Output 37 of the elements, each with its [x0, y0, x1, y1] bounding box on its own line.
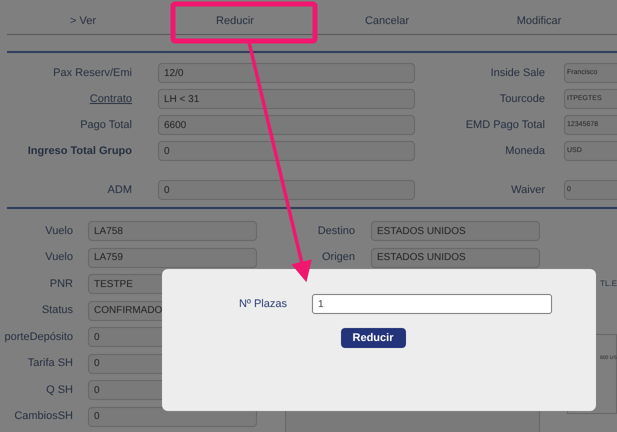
field-label: PNR — [50, 276, 73, 292]
field-label: Nº Plazas — [238, 296, 287, 312]
seats-input[interactable]: 1 — [312, 294, 552, 314]
text-field[interactable]: 6600 — [158, 115, 415, 135]
field-label: Tarifa SH — [28, 356, 73, 372]
field-label: porteDepósito — [4, 330, 73, 345]
menu-tab[interactable]: Reducir — [159, 8, 311, 34]
field-label: Moneda — [505, 144, 545, 159]
field-label: Origen — [322, 250, 355, 266]
field-label: Q SH — [46, 382, 73, 398]
contract-link[interactable]: Contrato — [90, 90, 132, 108]
field-label: Inside Sale — [490, 66, 545, 81]
text-field[interactable]: ESTADOS UNIDOS — [371, 221, 540, 241]
field-label: Pax Reserv/Emi — [53, 66, 132, 81]
field-label: TL.E — [600, 278, 617, 290]
field-label: Ingreso Total Grupo — [28, 144, 132, 159]
field-label: Tourcode — [500, 92, 545, 107]
menu-tab[interactable]: > Ver — [7, 8, 159, 34]
field-label: Destino — [318, 224, 355, 239]
text-field[interactable]: 0 — [158, 141, 415, 161]
text-field[interactable]: LA759 — [88, 248, 257, 268]
menu-tab[interactable]: Cancelar — [311, 8, 463, 34]
field-label: Vuelo — [45, 250, 73, 266]
reduce-button[interactable]: Reducir — [340, 328, 406, 348]
field-label: Waiver — [511, 182, 545, 198]
field-label: Status — [42, 303, 73, 318]
menu-tab[interactable]: Modificar — [463, 8, 615, 34]
field-label: ADM — [108, 182, 132, 198]
text-field[interactable]: 0 — [158, 180, 415, 200]
text-field[interactable]: ESTADOS UNIDOS — [371, 248, 540, 268]
field-label: Vuelo — [45, 224, 73, 239]
text-field[interactable]: LH < 31 — [158, 89, 415, 109]
field-label: EMD Pago Total — [466, 118, 545, 133]
field-label: CambiosSH — [14, 409, 73, 424]
text-field[interactable]: 12/0 — [158, 63, 415, 83]
text-field[interactable]: LA758 — [88, 221, 257, 241]
field-label: Pago Total — [80, 118, 132, 133]
